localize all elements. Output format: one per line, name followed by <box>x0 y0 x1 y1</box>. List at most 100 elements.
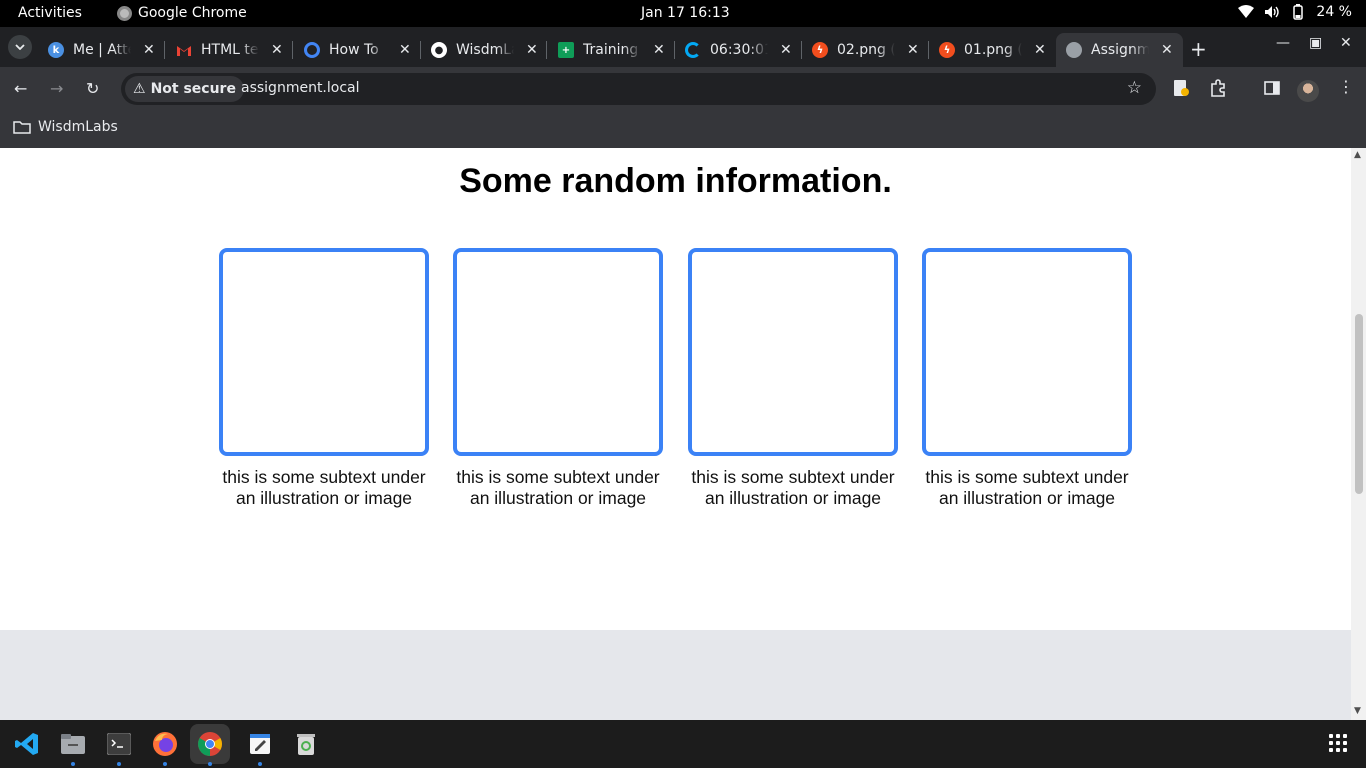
restore-button[interactable]: ▣ <box>1309 35 1322 51</box>
volume-icon <box>1264 4 1280 20</box>
folder-icon <box>13 121 31 134</box>
clockify-icon <box>685 42 701 58</box>
system-top-bar: Activities Google Chrome Jan 17 16:13 24… <box>0 0 1366 27</box>
dock <box>0 720 1366 768</box>
card-caption: this is some subtext under an illustrati… <box>222 467 426 508</box>
app-menu[interactable]: Google Chrome <box>117 5 247 21</box>
activities-button[interactable]: Activities <box>18 5 82 21</box>
back-arrow-icon[interactable]: ← <box>14 79 27 98</box>
minimize-button[interactable]: — <box>1276 35 1290 51</box>
github-icon: ● <box>431 42 447 58</box>
tab-title: How To <box>329 42 379 58</box>
tab-title: 02.png ( <box>837 42 895 58</box>
kebab-menu-icon[interactable]: ⋮ <box>1338 77 1354 96</box>
bookmark-label: WisdmLabs <box>38 119 118 135</box>
browser-toolbar: ← → ↻ ⚠ Not secure assignment.local ☆ ⋮ <box>0 67 1366 111</box>
close-icon[interactable]: ✕ <box>143 42 155 58</box>
bookmarks-bar: WisdmLabs <box>0 111 1366 148</box>
illustration-placeholder <box>688 248 898 456</box>
tab-8[interactable]: ϟ 01.png ( ✕ <box>939 33 1046 67</box>
bookmark-star-icon[interactable]: ☆ <box>1127 78 1142 98</box>
forward-arrow-icon[interactable]: → <box>50 79 63 98</box>
side-panel-icon[interactable] <box>1263 79 1281 97</box>
vscode-icon[interactable] <box>11 728 43 760</box>
info-card-2: this is some subtext under an illustrati… <box>453 248 663 509</box>
illustration-placeholder <box>922 248 1132 456</box>
security-chip[interactable]: ⚠ Not secure <box>125 76 244 102</box>
tab-6[interactable]: 06:30:01 ✕ <box>685 33 792 67</box>
sheets-icon: + <box>558 42 574 58</box>
clock[interactable]: Jan 17 16:13 <box>641 5 730 21</box>
window-close-button[interactable]: ✕ <box>1340 35 1352 51</box>
close-icon[interactable]: ✕ <box>653 42 665 58</box>
url-text[interactable]: assignment.local <box>241 80 360 96</box>
tab-9-active[interactable]: Assignment ✕ <box>1056 33 1183 67</box>
trash-icon[interactable] <box>290 728 322 760</box>
card-caption: this is some subtext under an illustrati… <box>456 467 660 508</box>
tab-title: WisdmLabs <box>456 42 514 58</box>
close-icon[interactable]: ✕ <box>526 42 538 58</box>
bolt-icon: ϟ <box>812 42 828 58</box>
wifi-icon <box>1238 4 1255 20</box>
show-apps-grid-icon[interactable] <box>1329 734 1347 752</box>
close-icon[interactable]: ✕ <box>780 42 792 58</box>
warning-triangle-icon: ⚠ <box>133 81 146 97</box>
gray-section <box>0 630 1351 720</box>
battery-percent: 24 % <box>1316 4 1352 20</box>
tab-5[interactable]: + Training ✕ <box>558 33 665 67</box>
k-icon: k <box>48 42 64 58</box>
close-icon[interactable]: ✕ <box>399 42 411 58</box>
refresh-circle-icon <box>304 42 320 58</box>
scroll-down-arrow-icon[interactable]: ▼ <box>1354 706 1361 716</box>
tab-strip: k Me | Attendance ✕ HTML templates ✕ How… <box>0 27 1366 67</box>
gmail-icon <box>176 42 192 58</box>
close-icon[interactable]: ✕ <box>907 42 919 58</box>
illustration-placeholder <box>219 248 429 456</box>
security-label: Not secure <box>150 81 236 97</box>
scroll-up-arrow-icon[interactable]: ▲ <box>1354 150 1361 160</box>
app-name: Google Chrome <box>138 5 247 21</box>
tab-7[interactable]: ϟ 02.png ( ✕ <box>812 33 919 67</box>
address-bar[interactable]: ⚠ Not secure assignment.local ☆ <box>121 73 1156 105</box>
globe-icon <box>1066 42 1082 58</box>
tab-3[interactable]: How To ✕ <box>304 33 411 67</box>
tab-title: HTML templates <box>201 42 259 58</box>
close-icon[interactable]: ✕ <box>271 42 283 58</box>
screen: Activities Google Chrome Jan 17 16:13 24… <box>0 0 1366 768</box>
tab-4[interactable]: ● WisdmLabs ✕ <box>431 33 538 67</box>
page-heading: Some random information. <box>459 162 892 200</box>
tab-2[interactable]: HTML templates ✕ <box>176 33 283 67</box>
info-card-4: this is some subtext under an illustrati… <box>922 248 1132 509</box>
close-icon[interactable]: ✕ <box>1161 42 1173 58</box>
info-card-3: this is some subtext under an illustrati… <box>688 248 898 509</box>
tab-search-button[interactable] <box>8 35 32 59</box>
chevron-down-icon <box>15 44 25 50</box>
bookmark-folder-wisdmlabs[interactable]: WisdmLabs <box>13 119 118 135</box>
tab-1[interactable]: k Me | Attendance ✕ <box>48 33 155 67</box>
tab-title: 01.png ( <box>964 42 1022 58</box>
system-tray[interactable]: 24 % <box>1238 4 1352 20</box>
profile-avatar[interactable] <box>1297 80 1319 102</box>
close-icon[interactable]: ✕ <box>1034 42 1046 58</box>
tab-title: Training <box>583 42 639 58</box>
page-scrollbar[interactable]: ▲ ▼ <box>1351 148 1366 720</box>
text-editor-icon[interactable] <box>244 728 276 760</box>
tab-title: Me | Attendance <box>73 42 131 58</box>
chrome-icon[interactable] <box>190 724 230 764</box>
new-tab-button[interactable]: + <box>1190 37 1207 61</box>
firefox-icon[interactable] <box>149 728 181 760</box>
illustration-placeholder <box>453 248 663 456</box>
card-caption: this is some subtext under an illustrati… <box>925 467 1129 508</box>
info-card-1: this is some subtext under an illustrati… <box>219 248 429 509</box>
scrollbar-thumb[interactable] <box>1355 314 1363 494</box>
page-viewport: Some random information. this is some su… <box>0 148 1351 720</box>
terminal-icon[interactable] <box>103 728 135 760</box>
tab-title: Assignment <box>1091 42 1149 58</box>
bolt-icon: ϟ <box>939 42 955 58</box>
puzzle-icon[interactable] <box>1209 79 1227 97</box>
reload-icon[interactable]: ↻ <box>86 79 99 98</box>
battery-icon <box>1290 4 1306 20</box>
extension-doc-icon[interactable] <box>1172 79 1190 97</box>
files-icon[interactable] <box>57 728 89 760</box>
card-caption: this is some subtext under an illustrati… <box>691 467 895 508</box>
